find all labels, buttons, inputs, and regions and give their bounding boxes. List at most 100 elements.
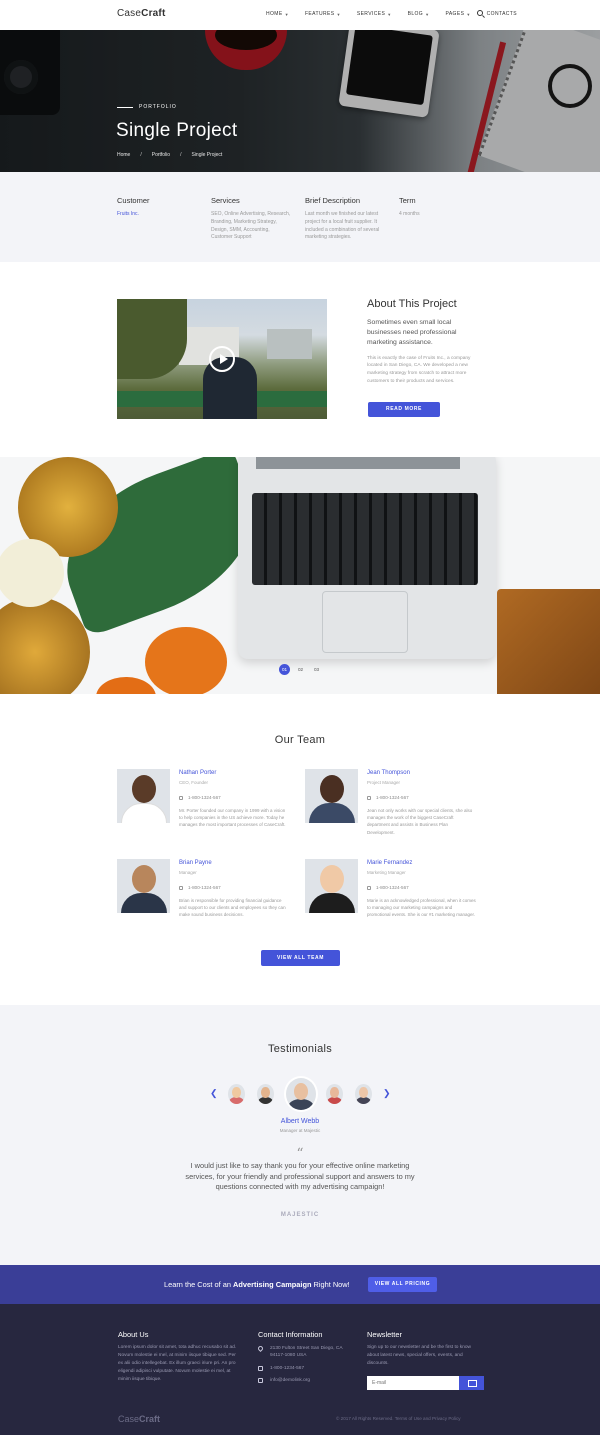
nav-label: SERVICES	[356, 11, 386, 17]
pricing-cta: Learn the Cost of an Advertising Campaig…	[0, 1265, 600, 1304]
avatar-body	[121, 803, 167, 823]
kicker-line	[117, 106, 133, 108]
footer-address-text: 2130 Fulton Street San Diego, CA 94117-1…	[270, 1346, 343, 1359]
info-value-link[interactable]: Fruits Inc.	[117, 211, 197, 219]
site-logo[interactable]: CaseCraft	[117, 8, 166, 19]
chevron-right-icon[interactable]: ❯	[383, 1088, 391, 1099]
video-scene-tree	[117, 299, 187, 379]
copyright: © 2017 All Rights Reserved. Terms of Use…	[336, 1416, 461, 1421]
cta-text: Learn the Cost of an Advertising Campaig…	[164, 1280, 350, 1289]
info-heading: Term	[399, 196, 416, 205]
mail-icon	[258, 1378, 263, 1383]
read-more-button[interactable]: READ MORE	[368, 402, 440, 417]
avatar	[305, 859, 358, 913]
play-icon[interactable]	[209, 346, 235, 372]
member-description: Mr. Porter founded our company in 1999 w…	[179, 808, 286, 828]
page-hero: PORTFOLIO Single Project Home / Portfoli…	[0, 30, 600, 172]
nav-item-features[interactable]: FEATURES ▼	[305, 11, 341, 17]
breadcrumb-portfolio[interactable]: Portfolio	[152, 152, 170, 158]
member-phone: 1-800-1324-567	[367, 795, 409, 800]
avatar-face	[293, 1083, 309, 1101]
testimonial-avatar[interactable]	[257, 1084, 274, 1104]
avatar	[117, 859, 170, 913]
search-icon[interactable]	[477, 10, 483, 16]
info-description: Brief Description Last month we finished…	[305, 196, 385, 242]
member-phone-number[interactable]: 1-800-1324-567	[376, 795, 409, 800]
info-heading: Brief Description	[305, 196, 361, 205]
breadcrumb-home[interactable]: Home	[117, 152, 130, 158]
breadcrumb: Home / Portfolio / Single Project	[117, 152, 222, 158]
avatar-face	[359, 1087, 368, 1098]
project-video[interactable]	[117, 299, 327, 419]
avatar-body	[229, 1097, 244, 1104]
info-value: 4 months	[399, 211, 420, 217]
footer-email-link[interactable]: info@demolink.org	[270, 1377, 310, 1384]
nav-item-pages[interactable]: PAGES ▼	[445, 11, 470, 17]
nav-item-contacts[interactable]: CONTACTS	[487, 11, 517, 17]
cta-text-bold: Advertising Campaign	[233, 1280, 312, 1289]
testimonial-avatar[interactable]	[228, 1084, 245, 1104]
chevron-down-icon: ▼	[425, 11, 430, 17]
chevron-down-icon: ▼	[466, 11, 471, 17]
avatar-body	[121, 893, 167, 913]
avatar-body	[356, 1097, 371, 1104]
member-description: Jean not only works with our special cli…	[367, 808, 473, 835]
hero-kicker: PORTFOLIO	[117, 104, 177, 110]
map-pin-icon	[256, 1344, 265, 1353]
avatar-body	[309, 893, 355, 913]
member-phone-number[interactable]: 1-800-1324-567	[188, 795, 221, 800]
chevron-down-icon: ▼	[284, 11, 289, 17]
view-all-pricing-button[interactable]: VIEW ALL PRICING	[368, 1277, 437, 1292]
slide-pumpkin	[145, 627, 227, 694]
newsletter-email-input[interactable]	[367, 1376, 459, 1390]
member-role: Manager	[179, 870, 197, 875]
member-phone: 1-800-1324-567	[179, 885, 221, 890]
about-lead: Sometimes even small local businesses ne…	[367, 319, 457, 347]
testimonial-avatar[interactable]	[326, 1084, 343, 1104]
cta-text-post: Right Now!	[311, 1280, 350, 1289]
team-title: Our Team	[274, 734, 326, 746]
view-all-team-button[interactable]: VIEW ALL TEAM	[261, 950, 340, 966]
slider-page-2[interactable]: 02	[295, 664, 306, 675]
testimonial-role: Manager at Majestic	[279, 1128, 321, 1133]
member-name[interactable]: Brian Payne	[179, 860, 212, 866]
member-phone-number[interactable]: 1-800-1324-567	[376, 885, 409, 890]
avatar-head	[132, 775, 156, 803]
footer-phone-text[interactable]: 1-800-1234-567	[270, 1365, 304, 1372]
avatar	[117, 769, 170, 823]
client-logo: MAJESTIC	[280, 1212, 320, 1218]
member-description: Brian is responsible for providing finan…	[179, 898, 286, 918]
video-scene-building	[267, 329, 312, 359]
avatar-head	[320, 775, 344, 803]
member-description: Marie is an acknowledged professional, w…	[367, 898, 476, 918]
nav-item-services[interactable]: SERVICES ▼	[357, 11, 392, 17]
phone-icon	[258, 1366, 263, 1371]
chevron-left-icon[interactable]: ❮	[210, 1088, 218, 1099]
testimonial-avatar-active[interactable]	[286, 1078, 316, 1110]
nav-label: BLOG	[407, 11, 424, 17]
footer-logo[interactable]: CaseCraft	[118, 1414, 160, 1424]
avatar-body	[258, 1097, 273, 1104]
member-name[interactable]: Jean Thompson	[367, 770, 410, 776]
nav-item-blog[interactable]: BLOG ▼	[408, 11, 430, 17]
member-name[interactable]: Marie Fernandez	[367, 860, 412, 866]
slider-page-3[interactable]: 03	[311, 664, 322, 675]
info-value: SEO, Online Advertising, Research, Brand…	[211, 211, 291, 241]
main-nav: HOME ▼ FEATURES ▼ SERVICES ▼ BLOG ▼ PAGES ▼ C…	[266, 11, 533, 17]
member-phone-number[interactable]: 1-800-1324-567	[188, 885, 221, 890]
breadcrumb-separator: /	[140, 152, 142, 158]
phone-icon	[367, 795, 371, 800]
avatar	[305, 769, 358, 823]
newsletter-submit-button[interactable]	[459, 1376, 484, 1390]
avatar-body	[288, 1099, 314, 1110]
slider-page-1[interactable]: 01	[279, 664, 290, 675]
footer-newsletter-title: Newsletter	[367, 1330, 402, 1339]
nav-item-home[interactable]: HOME ▼	[266, 11, 289, 17]
slide-laptop-hinge	[256, 457, 460, 469]
testimonial-avatar[interactable]	[355, 1084, 372, 1104]
member-name[interactable]: Nathan Porter	[179, 770, 216, 776]
team-member: Jean Thompson Project Manager 1-800-1324…	[305, 769, 495, 839]
cta-text-pre: Learn the Cost of an	[164, 1280, 234, 1289]
about-project: About This Project Sometimes even small …	[367, 298, 477, 385]
avatar-body	[327, 1097, 342, 1104]
